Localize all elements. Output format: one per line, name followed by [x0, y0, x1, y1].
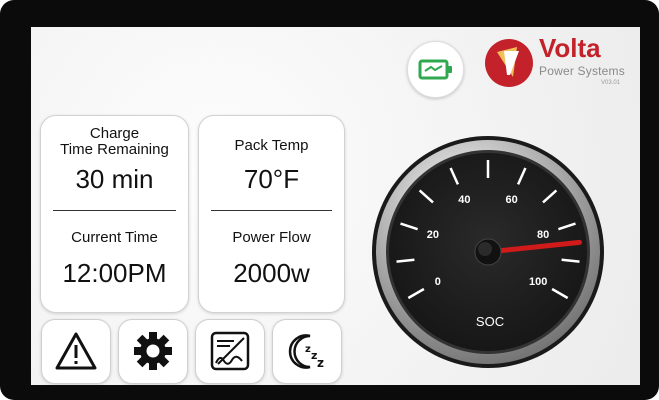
charge-time-card: Charge Time Remaining 30 min Current Tim… — [40, 115, 189, 313]
svg-text:z: z — [317, 356, 324, 370]
volta-logo: Volta Power Systems V03.01 — [483, 33, 640, 97]
current-time-value: 12:00PM — [62, 258, 167, 288]
gauge-tick-label: 20 — [427, 229, 439, 241]
brand-subtitle: Power Systems — [539, 64, 625, 78]
sleep-icon: z z z — [288, 334, 324, 370]
card-divider — [53, 210, 176, 211]
pack-temp-value: 70°F — [243, 164, 300, 194]
sleep-button[interactable]: z z z — [272, 319, 342, 384]
power-flow-label: Power Flow — [232, 229, 311, 246]
gauge-tick-label: 80 — [537, 229, 549, 241]
volta-logo-icon — [485, 39, 533, 87]
charge-mode-button[interactable] — [195, 319, 265, 384]
gauge-tick-label: 100 — [529, 276, 547, 288]
version-label: V03.01 — [601, 80, 621, 86]
charge-time-value: 30 min — [75, 164, 154, 194]
current-time-label: Current Time — [71, 229, 158, 246]
battery-status-button[interactable] — [407, 41, 464, 98]
soc-label: SOC — [476, 314, 504, 329]
warning-button[interactable] — [41, 319, 111, 384]
brand-name: Volta — [539, 33, 601, 63]
needle-hub-cap — [478, 242, 492, 256]
charge-label-line1: Charge — [89, 125, 140, 142]
power-flow-value: 2000w — [233, 258, 310, 288]
battery-charging-icon — [418, 59, 452, 80]
gauge-tick-label: 40 — [458, 194, 470, 206]
gauge-tick-label: 60 — [505, 194, 517, 206]
charge-label-line2: Time Remaining — [60, 141, 169, 158]
card-divider — [211, 210, 332, 211]
device-bezel: Volta Power Systems V03.01 Charge Time R… — [0, 0, 659, 400]
pack-temp-card: Pack Temp 70°F Power Flow 2000w — [198, 115, 345, 313]
pack-temp-label: Pack Temp — [234, 137, 309, 154]
warning-icon — [55, 332, 97, 370]
gauge-tick-label: 0 — [435, 276, 441, 288]
gear-icon — [134, 332, 172, 370]
soc-gauge: 0 20 40 60 80 100 SOC — [372, 136, 604, 368]
settings-button[interactable] — [118, 319, 188, 384]
screen: Volta Power Systems V03.01 Charge Time R… — [31, 27, 640, 385]
charge-curve-icon — [210, 331, 250, 371]
